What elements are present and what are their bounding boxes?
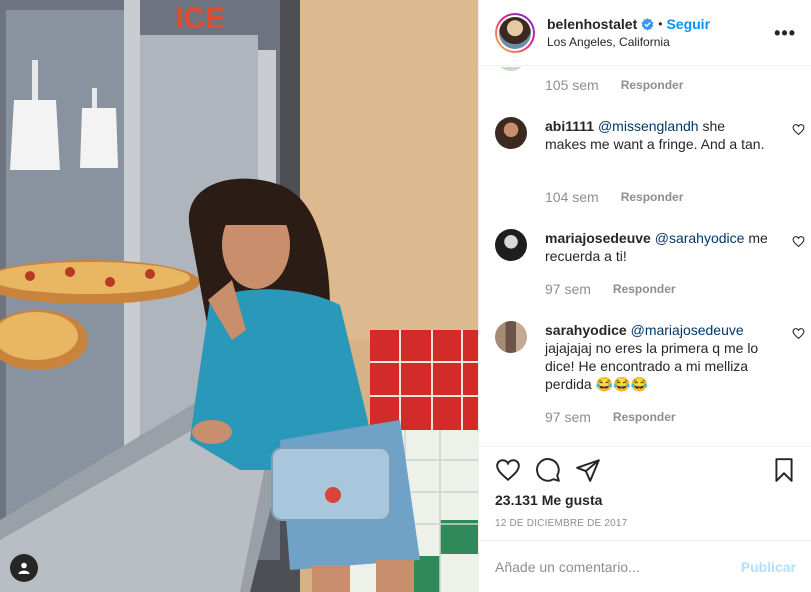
comment-time[interactable]: 97 sem [545,409,591,425]
follow-button[interactable]: Seguir [666,16,710,32]
more-options-icon[interactable]: ••• [774,24,796,42]
post-sidebar: belenhostalet • Seguir Los Angeles, Cali… [478,0,811,592]
comment-body: jajajajaj no eres la primera q me lo dic… [545,340,759,392]
comment-avatar[interactable] [495,117,527,149]
post-image: ICE [0,0,478,592]
comment-meta: 97 sem Responder [545,409,676,425]
reply-button[interactable]: Responder [621,190,684,204]
comment-icon[interactable] [535,457,561,483]
comment-time[interactable]: 97 sem [545,281,591,297]
photo-sign-text: ICE [175,2,225,35]
comment-avatar[interactable] [495,321,527,353]
comment-composer: Publicar [479,540,811,592]
comment-avatar[interactable] [495,229,527,261]
comment-mention[interactable]: @sarahyodice [655,230,745,246]
comment-text: abi1111 @missenglandh she makes me want … [545,117,769,153]
heart-icon[interactable] [495,457,521,483]
comment-avatar[interactable] [495,67,527,71]
post-date[interactable]: 12 DE DICIEMBRE DE 2017 [495,518,627,529]
post-location[interactable]: Los Angeles, California [547,35,774,49]
comment-time[interactable]: 104 sem [545,189,599,205]
comment-text: mariajosedeuve @sarahyodice me recuerda … [545,229,769,265]
comment-like-icon[interactable] [792,123,805,136]
comment-meta: 105 sem Responder [545,77,683,93]
comment-text: sarahyodice @mariajosedeuve jajajajaj no… [545,321,769,393]
comment-mention[interactable]: @missenglandh [598,118,699,134]
action-icon-row [495,457,797,485]
post-header: belenhostalet • Seguir Los Angeles, Cali… [479,0,811,66]
user-icon [18,562,30,574]
post-photo[interactable]: ICE [0,0,478,592]
publish-button[interactable]: Publicar [741,559,796,575]
comments-list[interactable]: 105 sem Responder abi1111 @missenglandh … [479,67,811,446]
share-icon[interactable] [575,457,601,483]
comment-username[interactable]: mariajosedeuve [545,230,651,246]
comment-meta: 97 sem Responder [545,281,676,297]
comment-like-icon[interactable] [792,327,805,340]
bookmark-icon[interactable] [771,457,797,483]
tagged-users-button[interactable] [10,554,38,582]
verified-badge-icon [641,17,654,31]
comment-username[interactable]: abi1111 [545,118,594,134]
comment-input[interactable] [495,558,741,575]
separator-dot: • [658,17,663,31]
comment-meta: 104 sem Responder [545,189,683,205]
profile-avatar[interactable] [495,12,535,53]
reply-button[interactable]: Responder [613,282,676,296]
comment-mention[interactable]: @mariajosedeuve [631,322,744,338]
reply-button[interactable]: Responder [621,78,684,92]
likes-count[interactable]: 23.131 Me gusta [495,492,602,508]
post-username[interactable]: belenhostalet [547,16,637,32]
reply-button[interactable]: Responder [613,410,676,424]
comment-username[interactable]: sarahyodice [545,322,627,338]
comment-like-icon[interactable] [792,235,805,248]
post-actions: 23.131 Me gusta 12 DE DICIEMBRE DE 2017 [479,446,811,541]
comment-time[interactable]: 105 sem [545,77,599,93]
